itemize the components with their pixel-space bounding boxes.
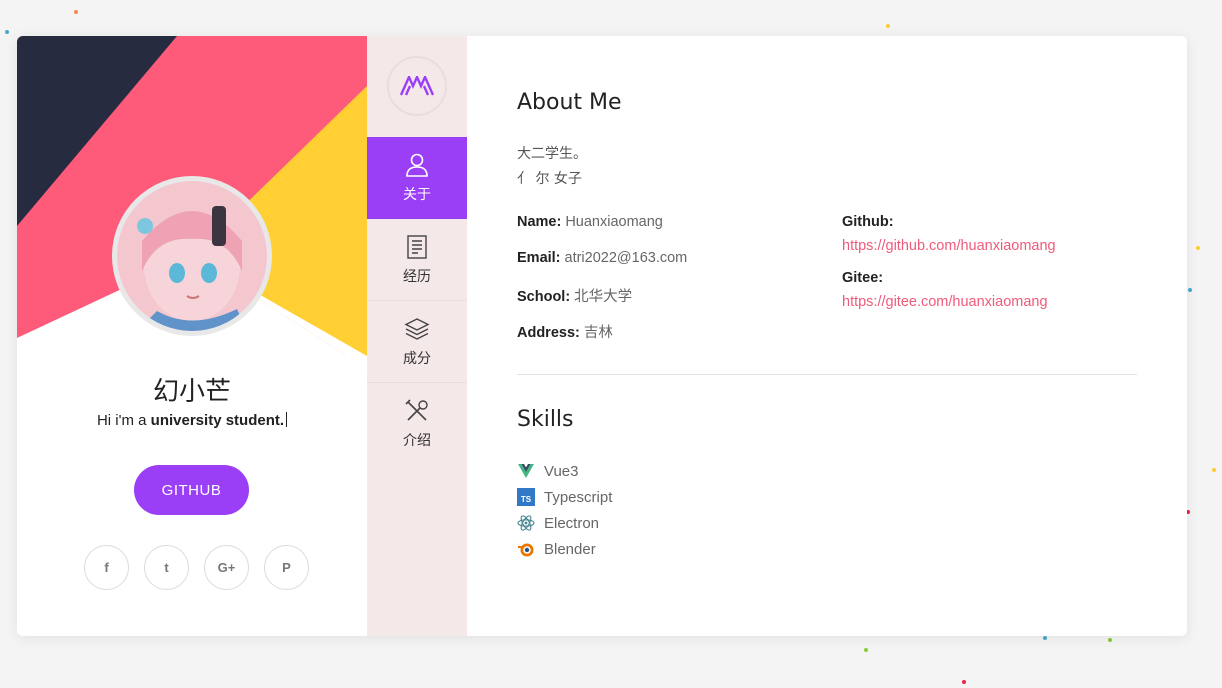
skills-list: Vue3 TS Typescript Electron Blender [517,458,612,562]
bio-line: 亻 尔 女子 [517,171,582,187]
bio-line: 大二学生。 [517,146,587,162]
info-school: School: 北华大学 [517,289,633,305]
main-content: About Me 大二学生。 亻 尔 女子 Name: Huanxiaomang … [467,36,1187,636]
twitter-icon[interactable]: t [144,545,189,590]
personal-info: Name: Huanxiaomang Email: atri2022@163.com… [517,214,687,356]
nav-item-experience[interactable]: 经历 [367,219,467,301]
pinterest-icon[interactable]: P [264,545,309,590]
nav-label: 经历 [403,268,431,285]
user-icon [406,153,428,177]
typescript-icon: TS [517,488,535,506]
svg-text:TS: TS [521,495,532,504]
info-email: Email: atri2022@163.com [517,249,688,266]
electron-icon [517,515,535,531]
avatar [112,176,272,336]
nav-label: 成分 [403,350,431,367]
info-address: Address: 吉林 [517,324,613,341]
github-button[interactable]: GITHUB [134,465,249,515]
profile-tagline: Hi i'm a university student. [17,412,367,429]
skills-title: Skills [517,407,574,432]
document-icon [407,234,427,259]
nav-label: 介绍 [403,433,431,449]
logo-icon [400,76,434,96]
logo[interactable] [387,56,447,116]
profile-name: 幻小芒 [152,377,231,407]
links-info: Github: https://github.com/huanxiaomang … [842,214,1056,326]
side-nav: 关于 经历 成分 介绍 [367,36,467,636]
nav-item-intro[interactable]: 介绍 [367,383,467,465]
section-divider [517,374,1137,375]
facebook-icon[interactable]: f [84,545,129,590]
info-name: Name: Huanxiaomang [517,214,663,230]
skill-item: Electron [517,510,612,536]
nav-label: 关于 [403,187,431,203]
github-link[interactable]: https://github.com/huanxiaomang [842,238,1056,254]
google-plus-icon[interactable]: G+ [204,545,249,590]
nav-item-composition[interactable]: 成分 [367,301,467,383]
typing-cursor [286,412,288,427]
social-links: f t G+ P [84,545,309,590]
skill-item: Blender [517,536,612,562]
profile-card: 幻小芒 Hi i'm a university student. GITHUB … [17,36,1187,636]
github-label: Github: [842,214,894,230]
skill-item: Vue3 [517,458,612,484]
skill-item: TS Typescript [517,484,612,510]
tagline-prefix: Hi i'm a [96,412,151,429]
nav-item-about[interactable]: 关于 [367,137,467,219]
gitee-label: Gitee: [842,270,884,286]
bio: 大二学生。 亻 尔 女子 [517,142,587,192]
about-title: About Me [517,90,622,115]
tagline-highlight: university student. [150,412,285,429]
blender-icon [518,543,534,557]
tools-icon [405,399,428,421]
layers-icon [404,317,430,340]
profile-panel: 幻小芒 Hi i'm a university student. GITHUB … [17,36,367,636]
vue-icon [518,464,534,478]
gitee-link[interactable]: https://gitee.com/huanxiaomang [842,294,1056,310]
